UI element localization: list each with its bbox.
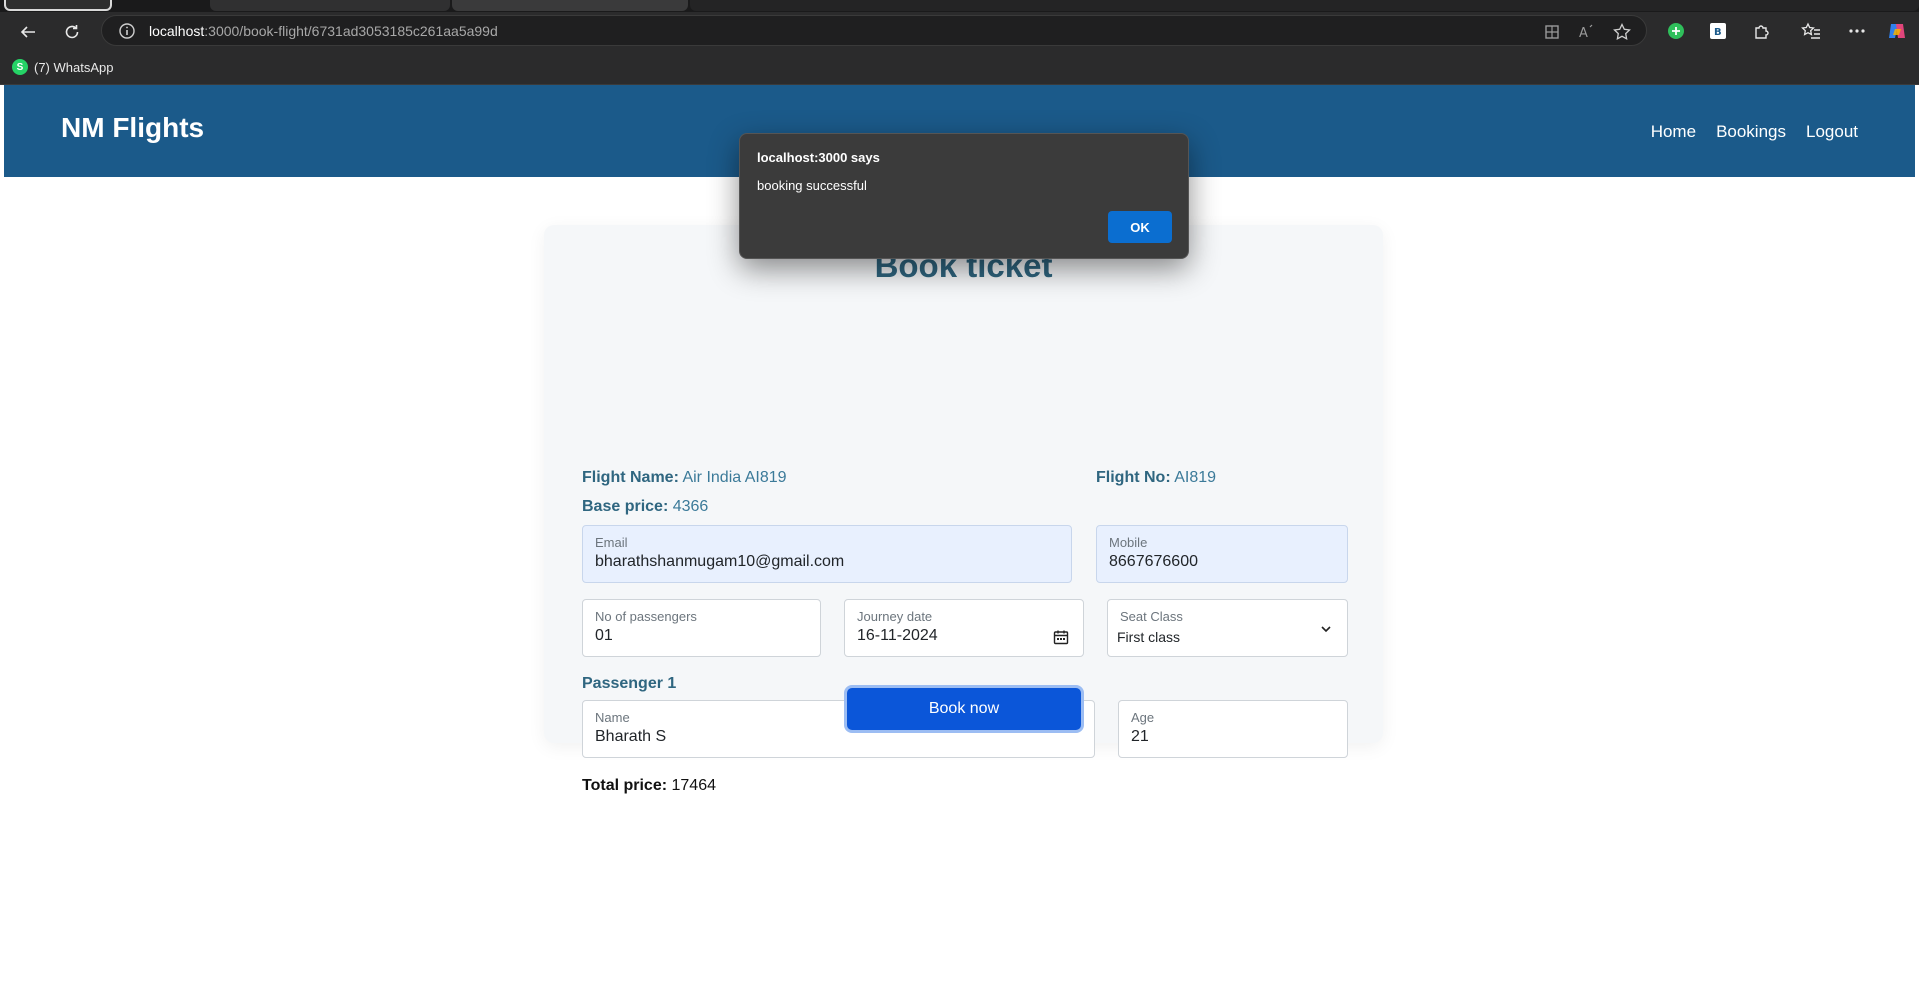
mobile-label: Mobile	[1109, 535, 1148, 550]
nav-logout-link[interactable]: Logout	[1806, 122, 1858, 142]
base-price-value: 4366	[672, 498, 709, 515]
bookmarks-bar: S (7) WhatsApp	[0, 50, 1919, 85]
passenger-age-field[interactable]: Age 21	[1118, 700, 1348, 758]
nav-bookings-link[interactable]: Bookings	[1716, 122, 1786, 142]
svg-text:B: B	[1714, 27, 1722, 38]
journey-date-value: 16-11-2024	[857, 627, 938, 644]
email-field[interactable]: Email bharathshanmugam10@gmail.com	[582, 525, 1072, 583]
whatsapp-icon: S	[12, 59, 28, 75]
email-label: Email	[595, 535, 628, 550]
favorites-list-icon[interactable]	[1799, 19, 1823, 43]
back-arrow-icon	[20, 26, 35, 38]
mobile-value: 8667676600	[1109, 553, 1198, 570]
dialog-title: localhost:3000 says	[757, 150, 880, 165]
copilot-icon[interactable]	[1885, 19, 1909, 43]
passengers-field[interactable]: No of passengers 01	[582, 599, 821, 657]
browser-toolbar: localhost:3000/book-flight/6731ad3053185…	[0, 12, 1919, 50]
journey-date-field[interactable]: Journey date 16-11-2024	[844, 599, 1084, 657]
mobile-field[interactable]: Mobile 8667676600	[1096, 525, 1348, 583]
extension-b-icon[interactable]: B	[1706, 19, 1730, 43]
reload-button[interactable]	[58, 18, 86, 46]
browser-chrome: localhost:3000/book-flight/6731ad3053185…	[0, 0, 1919, 85]
url-host: localhost	[149, 23, 205, 39]
calendar-icon[interactable]	[1053, 629, 1069, 645]
seat-class-label: Seat Class	[1120, 609, 1183, 624]
tab-active[interactable]	[452, 0, 688, 11]
brand-logo[interactable]: NM Flights	[61, 112, 204, 144]
nav-links: Home Bookings Logout	[1651, 122, 1858, 142]
flight-name-label: Flight Name:	[582, 469, 679, 486]
booking-card: Book ticket Flight Name: Air India AI819…	[544, 225, 1383, 794]
age-label: Age	[1131, 710, 1155, 725]
seat-class-value: First class	[1117, 629, 1180, 645]
dialog-message: booking successful	[757, 178, 867, 193]
flight-no-value: AI819	[1174, 469, 1217, 486]
passengers-value: 01	[595, 627, 613, 644]
name-value: Bharath S	[595, 728, 667, 745]
app-available-icon[interactable]	[1542, 22, 1562, 42]
tab-2[interactable]	[690, 0, 1919, 11]
total-price: Total price: 17464	[582, 777, 716, 795]
dialog-ok-button[interactable]: OK	[1108, 211, 1172, 243]
name-label: Name	[595, 710, 630, 725]
base-price-label: Base price:	[582, 498, 669, 515]
nav-home-link[interactable]: Home	[1651, 122, 1696, 142]
total-price-value: 17464	[671, 777, 717, 794]
url-text: localhost:3000/book-flight/6731ad3053185…	[149, 23, 498, 39]
extension-green-icon[interactable]	[1664, 19, 1688, 43]
passenger-heading: Passenger 1	[582, 675, 677, 692]
chevron-down-icon	[1321, 626, 1331, 633]
svg-text:A: A	[1579, 26, 1588, 41]
email-value: bharathshanmugam10@gmail.com	[595, 553, 845, 570]
extensions-puzzle-icon[interactable]	[1750, 19, 1774, 43]
flight-no-label: Flight No:	[1096, 469, 1171, 486]
age-value: 21	[1131, 728, 1149, 745]
book-now-button[interactable]: Book now	[847, 688, 1081, 730]
back-button[interactable]	[14, 18, 42, 46]
url-path: :3000/book-flight/6731ad3053185c261aa5a9…	[204, 23, 498, 39]
site-info-icon[interactable]	[118, 22, 136, 40]
bookmark-whatsapp[interactable]: S (7) WhatsApp	[12, 59, 113, 75]
tab-profile[interactable]	[4, 0, 112, 11]
tab-strip	[0, 0, 1919, 12]
tab-1[interactable]	[210, 0, 450, 11]
flight-no-info: Flight No: AI819	[1096, 469, 1216, 487]
flight-name-value: Air India AI819	[682, 469, 787, 486]
more-options-icon[interactable]	[1845, 19, 1869, 43]
flight-name-info: Flight Name: Air India AI819	[582, 469, 787, 487]
reload-icon	[65, 25, 79, 39]
journey-date-label: Journey date	[857, 609, 933, 624]
base-price-info: Base price: 4366	[582, 498, 708, 516]
address-bar[interactable]: localhost:3000/book-flight/6731ad3053185…	[101, 15, 1647, 46]
page-viewport: NM Flights Home Bookings Logout Book tic…	[4, 85, 1915, 1003]
read-aloud-icon[interactable]: A	[1576, 22, 1596, 42]
bookmark-label: (7) WhatsApp	[34, 59, 114, 75]
seat-class-select[interactable]: Seat Class First class	[1107, 599, 1348, 657]
total-price-label: Total price:	[582, 777, 668, 794]
favorite-star-icon[interactable]	[1612, 22, 1632, 42]
alert-dialog: localhost:3000 says booking successful O…	[739, 133, 1189, 259]
passengers-label: No of passengers	[595, 609, 697, 624]
